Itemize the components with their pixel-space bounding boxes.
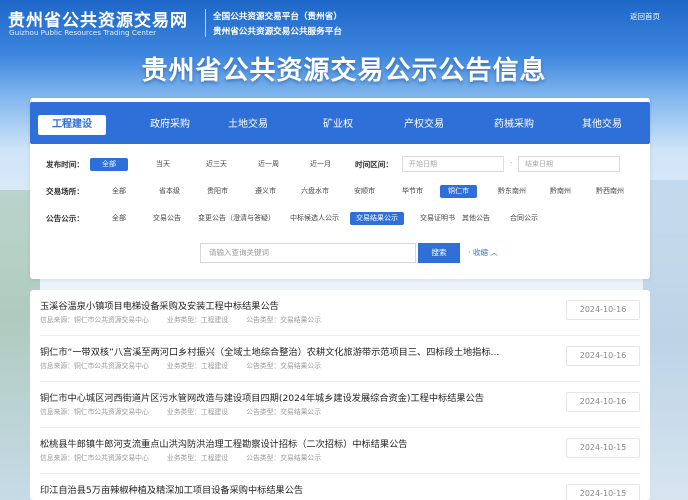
list-item-source: 信息来源：铜仁市公共资源交易中心 [40, 362, 149, 370]
place-option-qiandongnan[interactable]: 黔东南州 [492, 185, 532, 198]
tab-engineering[interactable]: 工程建设 [38, 115, 106, 135]
list-item[interactable]: 松桃县牛郎镇牛郎河支流重点山洪沟防洪治理工程勘察设计招标（二次招标）中标结果公告… [40, 428, 640, 474]
site-logo-subtitle: Guizhou Public Resources Trading Center [9, 28, 157, 37]
category-tab-bar: 工程建设 政府采购 土地交易 矿业权 产权交易 药械采购 其他交易 [30, 102, 650, 144]
list-item-notice-type: 公告类型：交易结果公示 [246, 362, 322, 370]
list-item-date: 2024-10-15 [566, 438, 640, 458]
time-option-week[interactable]: 近一周 [252, 158, 285, 171]
place-option-bijie[interactable]: 毕节市 [396, 185, 429, 198]
tab-government-procurement[interactable]: 政府采购 [140, 115, 200, 135]
list-item[interactable]: 铜仁市中心城区河西街道片区污水管网改造与建设项目四期(2024年城乡建设发展综合… [40, 382, 640, 428]
list-item-notice-type: 公告类型：交易结果公示 [246, 316, 322, 324]
place-option-qiannan[interactable]: 黔南州 [544, 185, 577, 198]
list-item-title[interactable]: 印江自治县5万亩辣椒种植及精深加工项目设备采购中标结果公告 [40, 482, 303, 496]
list-item-source: 信息来源：铜仁市公共资源交易中心 [40, 408, 149, 416]
tab-other-trading[interactable]: 其他交易 [572, 115, 632, 135]
notice-option-candidate-publicity[interactable]: 中标候选人公示 [284, 212, 345, 225]
list-item[interactable]: 印江自治县5万亩辣椒种植及精深加工项目设备采购中标结果公告 2024-10-15 [40, 474, 640, 500]
list-item-date: 2024-10-16 [566, 346, 640, 366]
place-option-zunyi[interactable]: 遵义市 [249, 185, 282, 198]
list-item-title[interactable]: 松桃县牛郎镇牛郎河支流重点山洪沟防洪治理工程勘察设计招标（二次招标）中标结果公告 [40, 436, 408, 450]
filter-panel: 工程建设 政府采购 土地交易 矿业权 产权交易 药械采购 其他交易 发布时间： … [30, 98, 650, 279]
list-item-title[interactable]: 玉溪谷温泉小镇项目电梯设备采购及安装工程中标结果公告 [40, 298, 279, 312]
keyword-search-input[interactable]: 请输入查询关键词 [200, 243, 416, 263]
place-option-liupanshui[interactable]: 六盘水市 [295, 185, 335, 198]
place-option-tongren[interactable]: 铜仁市 [440, 185, 477, 198]
site-header: 贵州省公共资源交易网 Guizhou Public Resources Trad… [0, 0, 688, 44]
list-item-source: 信息来源：铜仁市公共资源交易中心 [40, 454, 149, 462]
tab-property-rights[interactable]: 产权交易 [394, 115, 454, 135]
place-option-all[interactable]: 全部 [106, 185, 132, 198]
list-item-business-type: 业务类型：工程建设 [166, 362, 229, 370]
search-button[interactable]: 搜索 [418, 243, 460, 263]
notice-option-all[interactable]: 全部 [106, 212, 132, 225]
list-item-meta: 信息来源：铜仁市公共资源交易中心 业务类型：工程建设 公告类型：交易结果公示 [40, 452, 337, 462]
list-item-date: 2024-10-15 [566, 484, 640, 500]
publish-time-label: 发布时间： [46, 160, 84, 169]
platform-name-national: 全国公共资源交易平台（贵州省） [213, 12, 342, 22]
time-option-all[interactable]: 全部 [90, 158, 128, 171]
list-item-date: 2024-10-16 [566, 300, 640, 320]
notice-option-result-publicity[interactable]: 交易结果公示 [350, 212, 404, 225]
notice-option-trade-certificate[interactable]: 交易证明书 [414, 212, 461, 225]
start-date-input[interactable]: 开始日期 [402, 156, 504, 172]
end-date-input[interactable]: 结束日期 [518, 156, 620, 172]
tab-land-trading[interactable]: 土地交易 [218, 115, 278, 135]
notice-option-trade-announcement[interactable]: 交易公告 [147, 212, 187, 225]
notice-type-label: 公告公示： [46, 214, 84, 223]
list-item-business-type: 业务类型：工程建设 [166, 454, 229, 462]
tab-mining-rights[interactable]: 矿业权 [308, 115, 368, 135]
list-item-business-type: 业务类型：工程建设 [166, 316, 229, 324]
platform-name-provincial: 贵州省公共资源交易公共服务平台 [213, 27, 342, 37]
return-home-link[interactable]: 返回首页 [630, 11, 660, 22]
notice-option-change-announcement[interactable]: 变更公告（澄清与答疑） [192, 212, 281, 225]
place-option-provincial[interactable]: 省本级 [153, 185, 186, 198]
list-item-meta: 信息来源：铜仁市公共资源交易中心 业务类型：工程建设 公告类型：交易结果公示 [40, 314, 337, 324]
list-item-title[interactable]: 铜仁市“一带双核”八宫溪至两河口乡村振兴（全域土地综合整治）农耕文化旅游带示范项… [40, 344, 499, 358]
date-range-separator: - [510, 159, 513, 167]
place-option-anshun[interactable]: 安顺市 [348, 185, 381, 198]
notice-option-contract-publicity[interactable]: 合同公示 [504, 212, 544, 225]
place-option-guiyang[interactable]: 贵阳市 [201, 185, 234, 198]
page-title: 贵州省公共资源交易公示公告信息 [141, 56, 547, 86]
list-item-source: 信息来源：铜仁市公共资源交易中心 [40, 316, 149, 324]
result-list: 玉溪谷温泉小镇项目电梯设备采购及安装工程中标结果公告 信息来源：铜仁市公共资源交… [30, 290, 650, 500]
time-range-label: 时间区间： [355, 160, 393, 169]
list-item-meta: 信息来源：铜仁市公共资源交易中心 业务类型：工程建设 公告类型：交易结果公示 [40, 360, 337, 370]
time-option-today[interactable]: 当天 [150, 158, 176, 171]
time-option-month[interactable]: 近一月 [304, 158, 337, 171]
tab-medical-procurement[interactable]: 药械采购 [484, 115, 544, 135]
header-divider [205, 9, 206, 37]
list-item-title[interactable]: 铜仁市中心城区河西街道片区污水管网改造与建设项目四期(2024年城乡建设发展综合… [40, 390, 484, 404]
list-item[interactable]: 玉溪谷温泉小镇项目电梯设备采购及安装工程中标结果公告 信息来源：铜仁市公共资源交… [40, 290, 640, 336]
list-item-date: 2024-10-16 [566, 392, 640, 412]
collapse-filters-toggle[interactable]: · 收缩 ︿ [468, 247, 498, 258]
list-item-notice-type: 公告类型：交易结果公示 [246, 454, 322, 462]
list-item-meta: 信息来源：铜仁市公共资源交易中心 业务类型：工程建设 公告类型：交易结果公示 [40, 406, 337, 416]
place-option-qianxinan[interactable]: 黔西南州 [590, 185, 630, 198]
time-option-three-days[interactable]: 近三天 [200, 158, 233, 171]
list-item-notice-type: 公告类型：交易结果公示 [246, 408, 322, 416]
notice-option-other[interactable]: 其他公告 [456, 212, 496, 225]
trading-place-label: 交易场所： [46, 187, 84, 196]
list-item[interactable]: 铜仁市“一带双核”八宫溪至两河口乡村振兴（全域土地综合整治）农耕文化旅游带示范项… [40, 336, 640, 382]
list-item-business-type: 业务类型：工程建设 [166, 408, 229, 416]
